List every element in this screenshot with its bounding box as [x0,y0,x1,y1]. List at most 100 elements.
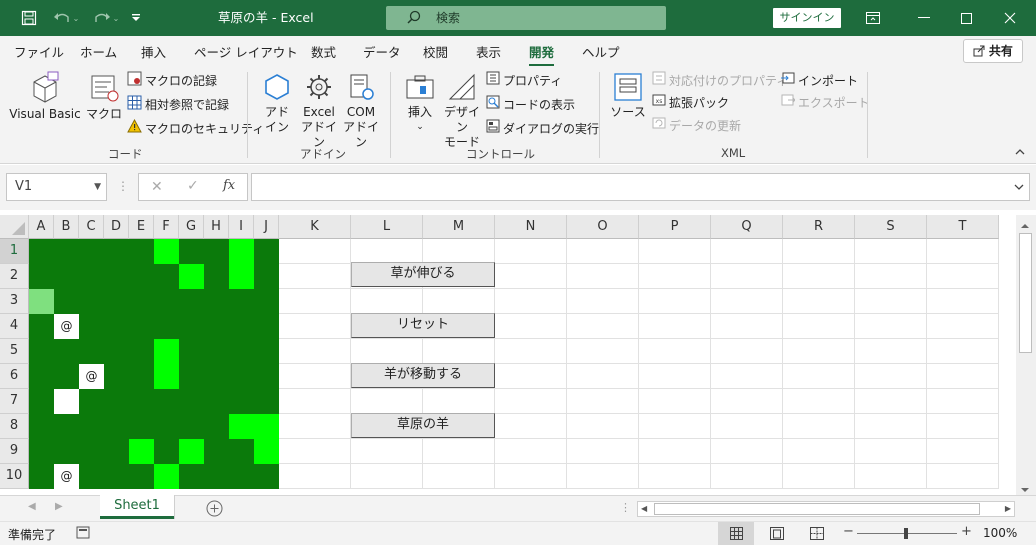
cell[interactable] [639,464,711,489]
select-all-corner[interactable] [0,215,29,239]
cell[interactable] [639,339,711,364]
column-header-j[interactable]: J [254,215,279,239]
meadow-cell[interactable] [154,264,179,289]
cell[interactable] [855,289,927,314]
meadow-cell[interactable] [254,339,279,364]
sheep-cell[interactable]: @ [79,364,104,389]
meadow-cell[interactable] [229,314,254,339]
meadow-cell[interactable] [229,339,254,364]
sheep-cell[interactable]: @ [54,314,79,339]
tab-data[interactable]: データ [363,42,401,61]
scroll-tabs-right-icon[interactable]: ▶ [55,501,63,512]
new-sheet-icon[interactable] [206,500,223,520]
cell[interactable] [711,364,783,389]
visual-basic-button[interactable]: Visual Basic [8,70,82,122]
meadow-cell[interactable] [54,289,79,314]
cell[interactable] [279,414,351,439]
meadow-cell[interactable] [104,364,129,389]
xml-source-button[interactable]: ソース [608,72,648,120]
meadow-cell[interactable] [79,289,104,314]
tab-split-handle-icon[interactable]: ⋮ [620,501,631,514]
column-header-p[interactable]: P [639,215,711,239]
cell[interactable] [855,339,927,364]
signin-button[interactable]: サインイン [773,8,841,28]
meadow-cell[interactable] [29,414,54,439]
page-layout-view-icon[interactable] [770,527,784,543]
excel-addins-button[interactable]: Excel アドイン [298,72,340,150]
cancel-icon[interactable]: ✕ [151,179,163,195]
meadow-cell[interactable] [154,414,179,439]
cell[interactable] [855,364,927,389]
meadow-cell[interactable] [29,314,54,339]
cell[interactable] [783,414,855,439]
cell[interactable] [927,414,999,439]
meadow-cell[interactable] [104,239,129,264]
cell[interactable] [495,364,567,389]
formula-input[interactable] [251,173,1030,201]
meadow-cell[interactable] [254,239,279,264]
cell[interactable] [711,239,783,264]
horizontal-scrollbar[interactable]: ◀ ▶ [637,501,1015,517]
page-break-preview-icon[interactable] [810,527,824,543]
cell[interactable] [279,289,351,314]
scroll-right-icon[interactable]: ▶ [1005,504,1011,513]
undo-icon[interactable]: ⌄ [50,0,82,36]
zoom-slider-thumb[interactable] [904,528,908,539]
cell[interactable] [567,364,639,389]
meadow-cell[interactable] [29,264,54,289]
cell[interactable] [567,339,639,364]
ribbon-display-options-icon[interactable] [856,0,890,36]
column-header-h[interactable]: H [204,215,229,239]
cell[interactable] [279,314,351,339]
meadow-cell[interactable] [204,264,229,289]
cell[interactable] [351,239,423,264]
tab-insert[interactable]: 挿入 [141,42,166,61]
row-header-2[interactable]: 2 [0,264,29,289]
view-code-button[interactable]: コードの表示 [486,95,575,115]
insert-function-icon[interactable]: fx [223,178,235,193]
meadow-cell[interactable] [179,439,204,464]
cell[interactable] [351,339,423,364]
meadow-cell[interactable] [179,464,204,489]
cell[interactable] [423,464,495,489]
customize-qat-icon[interactable] [127,0,145,36]
cell[interactable] [855,264,927,289]
column-header-e[interactable]: E [129,215,154,239]
meadow-cell[interactable] [179,314,204,339]
redo-icon[interactable]: ⌄ [90,0,122,36]
cell[interactable] [855,439,927,464]
cell[interactable] [927,264,999,289]
macro-security-button[interactable]: マクロのセキュリティ [127,118,264,139]
meadow-cell[interactable] [179,239,204,264]
meadow-cell[interactable] [254,314,279,339]
column-header-o[interactable]: O [567,215,639,239]
search-box[interactable]: 検索 [386,6,666,30]
cell[interactable] [495,414,567,439]
cell[interactable] [927,364,999,389]
meadow-cell[interactable] [29,339,54,364]
meadow-cell[interactable] [254,389,279,414]
meadow-cell[interactable] [204,314,229,339]
meadow-cell[interactable] [154,239,179,264]
macros-button[interactable]: マクロ [86,70,122,122]
meadow-cell[interactable] [254,464,279,489]
cell[interactable] [279,389,351,414]
column-header-c[interactable]: C [79,215,104,239]
cell[interactable] [855,414,927,439]
tab-help[interactable]: ヘルプ [582,42,620,61]
meadow-cell[interactable] [54,264,79,289]
column-header-b[interactable]: B [54,215,79,239]
cell[interactable] [495,289,567,314]
cell[interactable] [855,389,927,414]
meadow-cell[interactable] [104,289,129,314]
zoom-out-icon[interactable]: − [843,524,854,539]
cell[interactable] [639,264,711,289]
cell[interactable] [495,314,567,339]
cell[interactable] [711,339,783,364]
meadow-cell[interactable] [129,364,154,389]
meadow-cell[interactable] [179,339,204,364]
cell[interactable] [783,339,855,364]
cell[interactable] [711,389,783,414]
meadow-cell[interactable] [154,339,179,364]
cell[interactable] [711,439,783,464]
